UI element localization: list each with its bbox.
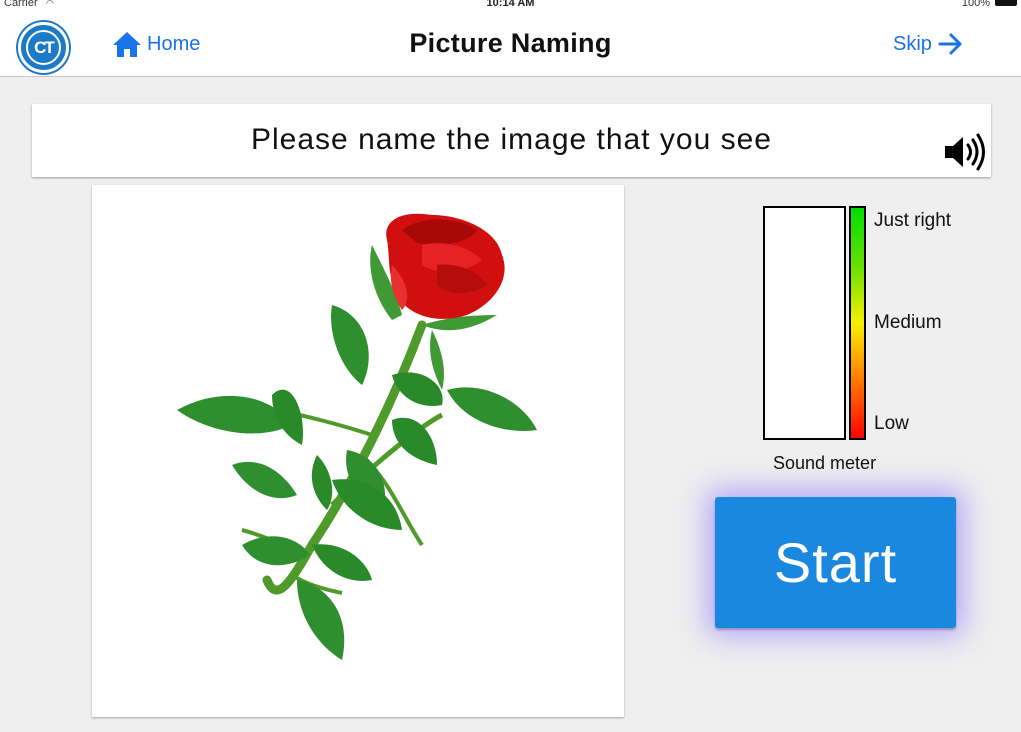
sound-meter-scale bbox=[849, 206, 866, 440]
skip-button[interactable]: Skip bbox=[893, 29, 964, 59]
start-button[interactable]: Start bbox=[715, 497, 956, 628]
skip-label: Skip bbox=[893, 32, 932, 55]
clock: 10:14 AM bbox=[486, 0, 535, 9]
status-bar: Carrier ◠ 10:14 AM 100% bbox=[0, 0, 1021, 10]
battery-icon bbox=[995, 0, 1017, 6]
speaker-icon[interactable] bbox=[943, 133, 989, 171]
picture-panel bbox=[92, 185, 624, 717]
arrow-right-icon bbox=[938, 33, 962, 55]
page-title: Picture Naming bbox=[409, 28, 612, 58]
rose-image bbox=[177, 213, 537, 660]
meter-label-just-right: Just right bbox=[874, 210, 952, 231]
sound-meter-caption: Sound meter bbox=[773, 453, 877, 473]
instruction-panel: Please name the image that you see bbox=[32, 104, 991, 177]
battery-percent: 100% bbox=[961, 0, 990, 9]
nav-bar: CT Home Picture Naming Skip bbox=[0, 10, 1021, 77]
sound-meter-bar bbox=[763, 206, 846, 440]
meter-label-low: Low bbox=[874, 413, 909, 434]
instruction-text: Please name the image that you see bbox=[251, 123, 772, 156]
meter-label-medium: Medium bbox=[874, 312, 942, 333]
